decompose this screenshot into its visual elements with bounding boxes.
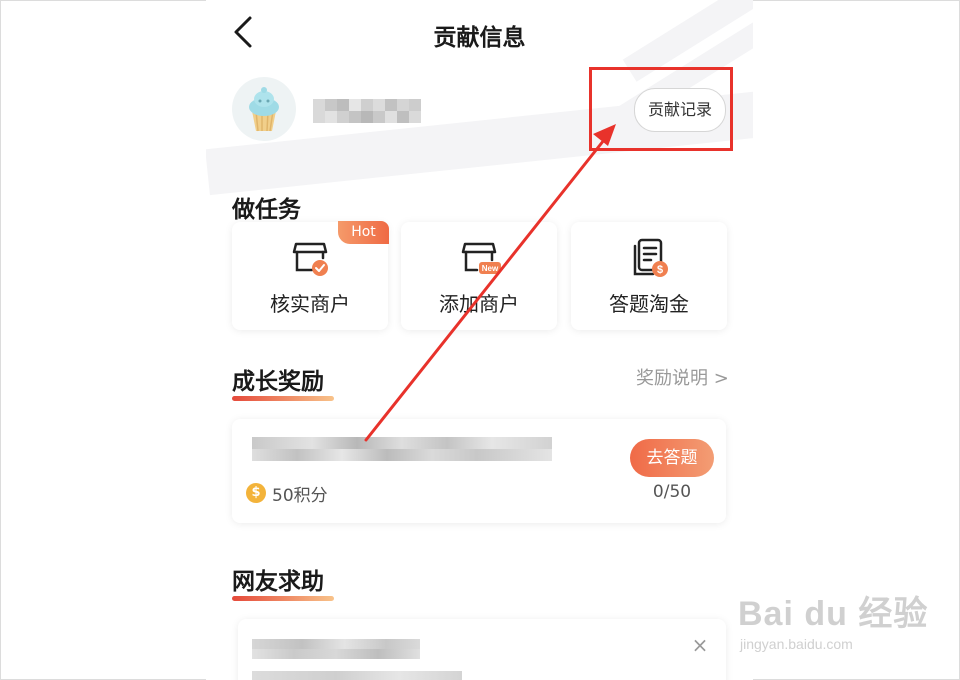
go-answer-button[interactable]: 去答题 (630, 439, 714, 477)
svg-text:$: $ (657, 264, 663, 276)
coin-icon: $ (246, 483, 266, 503)
quiz-coin-icon: $ (633, 238, 668, 277)
section-underline (232, 396, 334, 401)
task-add-merchant[interactable]: New 添加商户 (401, 222, 557, 330)
task-quiz-gold[interactable]: $ 答题淘金 (571, 222, 727, 330)
watermark-url: jingyan.baidu.com (740, 636, 853, 652)
avatar[interactable] (232, 77, 296, 141)
growth-section-title: 成长奖励 (232, 369, 324, 395)
reward-explanation-link[interactable]: 奖励说明 > (636, 364, 729, 390)
baidu-watermark: Bai du 经验 jingyan.baidu.com (738, 586, 948, 656)
username-blurred (313, 99, 421, 123)
watermark-logo: Bai du 经验 (738, 595, 929, 633)
shop-new-icon: New (461, 242, 501, 274)
reward-task-card[interactable]: $ 50积分 去答题 0/50 (232, 419, 726, 523)
task-verify-merchant[interactable]: 核实商户 Hot (232, 221, 389, 330)
tasks-section-title: 做任务 (232, 197, 301, 223)
task-label: 答题淘金 (609, 292, 689, 316)
progress-count: 0/50 (652, 482, 692, 502)
new-badge-text: New (482, 264, 499, 273)
section-underline (232, 596, 334, 601)
shop-check-icon (292, 242, 328, 276)
help-section-title: 网友求助 (232, 569, 324, 595)
page-title: 贡献信息 (433, 25, 526, 51)
cupcake-icon (249, 87, 279, 132)
close-icon[interactable]: × (690, 635, 710, 655)
highlight-annotation-box (589, 67, 733, 151)
task-label: 核实商户 (270, 292, 350, 316)
task-label: 添加商户 (439, 292, 519, 316)
help-request-card[interactable]: × (238, 619, 726, 680)
hot-badge: Hot (338, 221, 389, 244)
reward-points: 50积分 (272, 486, 328, 506)
